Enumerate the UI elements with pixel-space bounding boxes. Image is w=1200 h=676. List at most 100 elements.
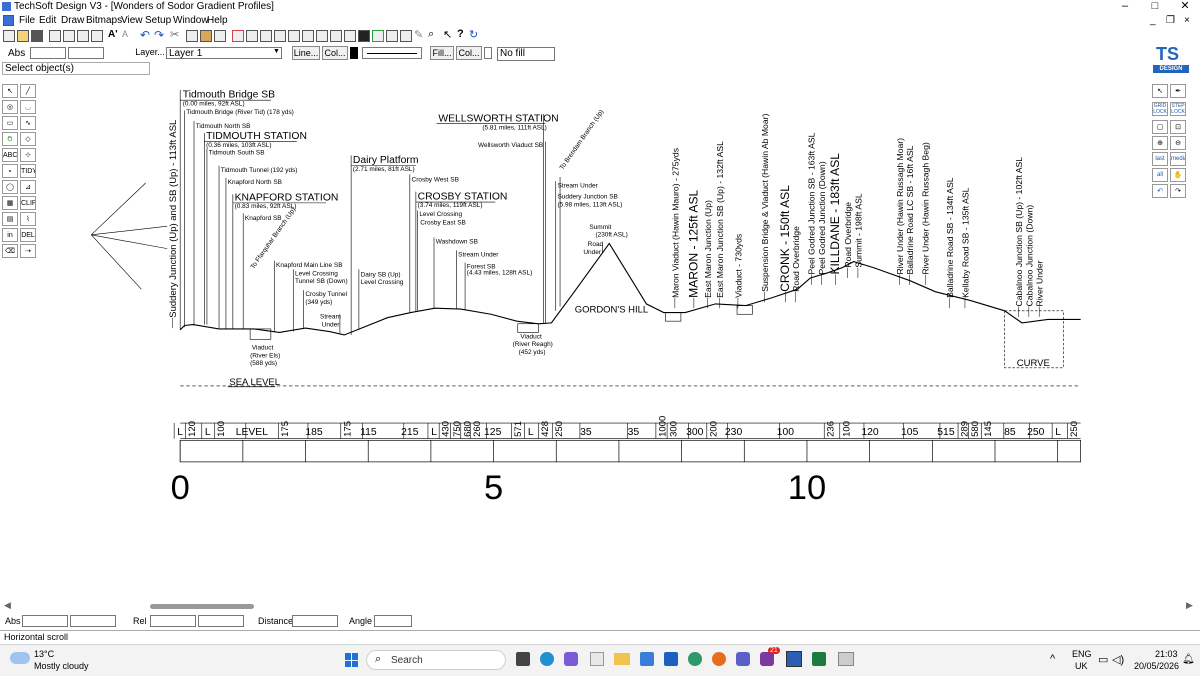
fan-lines bbox=[91, 182, 168, 290]
vertical-feature-label: Summit - 198ft ASL bbox=[853, 193, 863, 268]
language-code[interactable]: ENG bbox=[1072, 649, 1092, 659]
gradient-value: 430 bbox=[441, 421, 452, 437]
profile-label: Suddery Junction SB bbox=[557, 194, 617, 201]
windows-start-icon[interactable] bbox=[345, 653, 359, 667]
file-explorer-icon[interactable] bbox=[614, 653, 630, 665]
profile-label: Under bbox=[322, 321, 340, 328]
notification-badge: 21 bbox=[768, 647, 780, 654]
viber-icon[interactable] bbox=[760, 652, 774, 666]
scroll-right-icon[interactable]: ▶ bbox=[1186, 600, 1193, 611]
tray-chevron-up-icon[interactable]: ^ bbox=[1050, 653, 1055, 665]
ink-tool-icon[interactable]: ✒ bbox=[1170, 84, 1186, 98]
rel-coord-x bbox=[150, 615, 196, 627]
profile-label: Stream Under bbox=[557, 182, 598, 189]
gradient-value: 250 bbox=[1069, 421, 1080, 437]
gradient-value: 215 bbox=[401, 427, 419, 438]
notification-bell-icon[interactable]: 🔔︎ bbox=[1182, 654, 1195, 665]
gradient-value: 750 bbox=[452, 421, 463, 437]
vertical-feature-label: Viaduct - 730yds bbox=[733, 234, 743, 298]
profile-label: Tidmouth North SB bbox=[196, 123, 251, 130]
crop-icon[interactable]: ⊡ bbox=[1170, 120, 1186, 134]
vertical-feature-label: Cabalnoo Junction (Down) bbox=[1024, 205, 1034, 307]
gradient-value: 85 bbox=[1004, 427, 1016, 438]
structure-boxes bbox=[249, 305, 1064, 369]
vertical-feature-label: River Under (Hawin Russagh Moar) bbox=[895, 138, 905, 275]
edge-browser-icon[interactable] bbox=[540, 652, 554, 666]
profile-label: (2.71 miles, 81ft ASL) bbox=[353, 166, 415, 173]
doc-close-button[interactable]: × bbox=[1184, 15, 1190, 26]
branch-label: To Brendam Branch (Up) bbox=[559, 109, 606, 172]
clock-date[interactable]: 20/05/2026 bbox=[1134, 661, 1179, 671]
gradient-value: 571 bbox=[513, 421, 524, 437]
firefox-icon[interactable] bbox=[712, 652, 726, 666]
profile-label: Dairy Platform bbox=[353, 155, 419, 166]
gradient-value: L bbox=[431, 427, 437, 438]
calculator-icon[interactable] bbox=[590, 652, 604, 666]
coordinate-bar: Abs Rel Distance Angle bbox=[0, 614, 1200, 630]
mail-icon[interactable] bbox=[640, 652, 654, 666]
gradient-value: L bbox=[528, 427, 534, 438]
vertical-feature-label: Road Overbridge bbox=[791, 226, 801, 292]
keyboard-region[interactable]: UK bbox=[1075, 661, 1088, 671]
media-view-button[interactable]: media bbox=[1170, 152, 1186, 166]
zoom-in-icon[interactable]: ⊕ bbox=[1152, 136, 1168, 150]
last-view-button[interactable]: last bbox=[1152, 152, 1168, 166]
distance-value bbox=[292, 615, 338, 627]
angle-label: Angle bbox=[349, 616, 373, 626]
settings-app-icon[interactable] bbox=[838, 652, 854, 666]
volume-icon[interactable]: ◁) bbox=[1112, 653, 1124, 666]
zoom-out-icon[interactable]: ⊖ bbox=[1170, 136, 1186, 150]
profile-label: (River Reagh) bbox=[513, 341, 553, 348]
techsoft-design-icon[interactable] bbox=[786, 651, 802, 667]
clock-time[interactable]: 21:03 bbox=[1155, 649, 1178, 659]
profile-label: (5.98 miles, 113ft ASL) bbox=[557, 201, 622, 208]
close-button[interactable]: ✕ bbox=[1170, 0, 1200, 14]
rotate-right-icon[interactable]: ↷ bbox=[1170, 184, 1186, 198]
excel-icon[interactable] bbox=[812, 652, 826, 666]
pan-hand-icon[interactable]: ✋ bbox=[1170, 168, 1186, 182]
gradient-value: 100 bbox=[841, 421, 852, 437]
gradient-value: 200 bbox=[708, 421, 719, 437]
scroll-thumb[interactable] bbox=[150, 604, 254, 609]
gradient-value: 105 bbox=[901, 427, 919, 438]
step-lock-toggle[interactable]: STEP LOCK bbox=[1170, 102, 1186, 116]
teams-icon[interactable] bbox=[736, 652, 750, 666]
gradient-value: 300 bbox=[686, 427, 704, 438]
chrome-icon[interactable] bbox=[688, 652, 702, 666]
search-placeholder: Search bbox=[391, 655, 423, 666]
taskbar-search-box[interactable]: ⌕ Search bbox=[366, 650, 506, 670]
gradient-value: 120 bbox=[187, 421, 198, 437]
weather-temperature[interactable]: 13°C bbox=[34, 649, 54, 659]
pointer-tool-icon[interactable]: ↖ bbox=[1152, 84, 1168, 98]
gradient-labels: L 120 L 100 LEVEL 175 185 175 115 215 L 430 750 68026… bbox=[173, 416, 1080, 439]
profile-label: (349 yds) bbox=[305, 299, 332, 306]
doc-restore-button[interactable]: ❐ bbox=[1166, 15, 1175, 26]
page-icon[interactable]: ▢ bbox=[1152, 120, 1168, 134]
outlook-icon[interactable] bbox=[664, 652, 678, 666]
rotate-left-icon[interactable]: ↶ bbox=[1152, 184, 1168, 198]
task-view-icon[interactable] bbox=[516, 652, 530, 666]
gradient-value: 35 bbox=[628, 427, 640, 438]
profile-label: (River Els) bbox=[250, 352, 280, 359]
doc-minimize-button[interactable]: _ bbox=[1150, 15, 1156, 26]
all-view-button[interactable]: all bbox=[1152, 168, 1168, 182]
rel-coord-label: Rel bbox=[133, 616, 147, 626]
drawing-canvas[interactable]: SEA LEVEL CURVE GORDON'S HILL Tidmouth B… bbox=[0, 0, 1146, 518]
horizontal-scrollbar[interactable]: ◀ ▶ bbox=[0, 598, 1200, 614]
scroll-left-icon[interactable]: ◀ bbox=[4, 600, 11, 611]
profile-label: KNAPFORD STATION bbox=[235, 192, 339, 203]
vertical-feature-label: River Under (Hawin Russagh Beg) bbox=[921, 142, 931, 274]
weather-condition[interactable]: Mostly cloudy bbox=[34, 661, 89, 671]
profile-label: (5.81 miles, 111ft ASL) bbox=[482, 125, 546, 132]
weather-cloud-icon[interactable] bbox=[10, 652, 30, 664]
angle-value bbox=[374, 615, 412, 627]
grid-lock-toggle[interactable]: GRID LOCK bbox=[1152, 102, 1168, 116]
network-icon[interactable]: ▭ bbox=[1098, 653, 1108, 666]
profile-label: Tidmouth Bridge SB bbox=[183, 90, 275, 101]
gradient-value: 260 bbox=[472, 421, 483, 437]
profile-label: Wellsworth Viaduct SB bbox=[478, 142, 543, 149]
hint-bar: Horizontal scroll bbox=[0, 630, 1200, 644]
copilot-icon[interactable] bbox=[564, 652, 578, 666]
profile-label: Crosby West SB bbox=[412, 176, 459, 183]
profile-label: Stream bbox=[320, 314, 341, 321]
